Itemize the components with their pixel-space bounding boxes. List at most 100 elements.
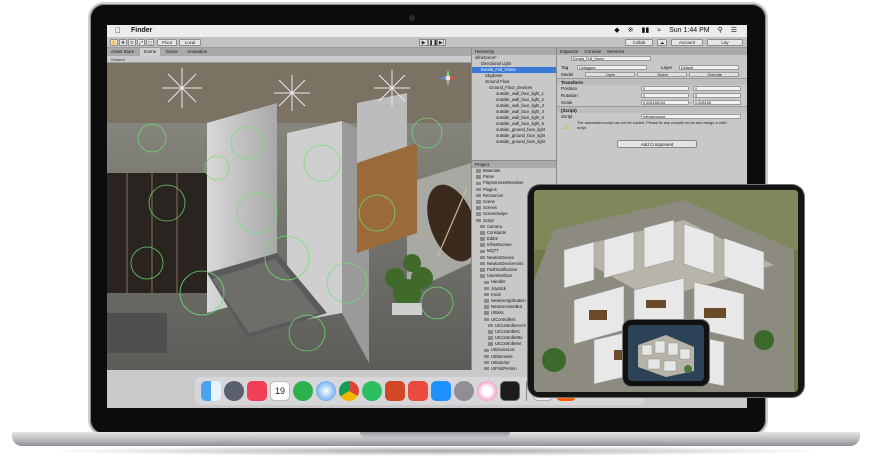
pivot-button[interactable]: Pivot [157, 39, 177, 46]
scene-render [107, 63, 471, 370]
project-folder-label: UIExterior [491, 359, 510, 365]
folder-icon [476, 175, 481, 179]
safari-icon[interactable] [316, 381, 336, 401]
finder-icon[interactable] [201, 381, 221, 401]
step-icon[interactable]: ▶| [437, 39, 446, 46]
account-button[interactable]: Account [671, 39, 703, 46]
battery-icon[interactable]: ▮▮ [642, 25, 650, 37]
powerpoint-icon[interactable] [385, 381, 405, 401]
project-folder-label: UIControllerC [495, 328, 521, 334]
mac-menubar:  Finder ◆ ※ ▮▮ ≈ Sun 1:44 PM ⚲ ☰ [107, 25, 747, 37]
scale-y-field[interactable]: 0.008168 [693, 100, 741, 105]
scene-shading-mode[interactable]: Shaded [107, 56, 471, 63]
warning-text: The associated script can not be loaded.… [577, 121, 727, 130]
dropbox-icon[interactable]: ◆ [614, 25, 619, 37]
scene-orientation-gizmo[interactable] [439, 69, 457, 87]
rotation-x-field[interactable]: 0 [641, 93, 689, 98]
layers-button[interactable]: Lay [707, 39, 743, 46]
xmind-icon[interactable] [408, 381, 428, 401]
tab-scene[interactable]: Scene [139, 48, 161, 56]
pocket-icon[interactable] [247, 381, 267, 401]
transform-header[interactable]: Transform [557, 78, 747, 85]
apple-icon[interactable]:  [115, 25, 121, 37]
model-select-button[interactable]: Select [637, 72, 687, 77]
rotation-y-field[interactable]: 0 [693, 93, 741, 98]
spotlight-icon[interactable]: ⚲ [718, 25, 723, 37]
inspector-object-header: Kerala_Full_Home [557, 55, 747, 64]
folder-icon [488, 323, 493, 328]
calendar-icon[interactable]: 19 [270, 381, 290, 401]
folder-icon [488, 336, 493, 340]
folder-icon [484, 354, 489, 359]
tag-dropdown[interactable]: Untagged [577, 65, 647, 70]
folder-icon [476, 200, 481, 204]
folder-icon [484, 348, 489, 353]
position-x-field[interactable]: 0 [641, 86, 689, 91]
tab-game[interactable]: Game [162, 48, 182, 56]
layer-dropdown[interactable]: Default [679, 65, 739, 70]
scale-label: Scale [561, 100, 573, 105]
menubar-clock[interactable]: Sun 1:44 PM [669, 25, 709, 37]
move-tool-icon[interactable]: ✥ [119, 39, 127, 46]
tab-services[interactable]: Services [607, 48, 624, 55]
project-folder-label: UIElements [491, 353, 513, 359]
rotate-tool-icon[interactable]: ↻ [128, 39, 136, 46]
position-y-field[interactable]: 0 [693, 86, 741, 91]
hand-tool-icon[interactable]: ✋ [110, 39, 118, 46]
menubar-app-name[interactable]: Finder [131, 25, 152, 37]
project-folder-label: Joystick [491, 285, 506, 291]
system-preferences-icon[interactable] [454, 381, 474, 401]
model-override-button[interactable]: Override [689, 72, 739, 77]
tab-animation[interactable]: Animation [183, 48, 211, 56]
folder-icon [480, 243, 485, 247]
project-title[interactable]: Project [472, 161, 556, 168]
folder-icon [484, 311, 489, 315]
collab-button[interactable]: Collab [625, 39, 653, 46]
tab-inspector[interactable]: Inspector [560, 48, 579, 55]
object-name-field[interactable]: Kerala_Full_Home [571, 56, 651, 61]
scale-tool-icon[interactable]: ⤢ [137, 39, 145, 46]
feedly-icon[interactable] [293, 381, 313, 401]
tab-console[interactable]: Console [585, 48, 602, 55]
folder-icon [488, 342, 493, 346]
folder-icon [484, 317, 489, 322]
project-folder-label: Handler [491, 279, 506, 285]
launchpad-icon[interactable] [224, 381, 244, 401]
script-field[interactable]: Infrastructure [641, 114, 741, 119]
tab-asset-store[interactable]: Asset Store [107, 48, 138, 56]
app-store-icon[interactable] [431, 381, 451, 401]
project-folder-label: UIDeviceList [491, 347, 515, 353]
project-folder-label: NewtonDevice [487, 254, 514, 260]
scene-view[interactable] [107, 63, 471, 370]
script-component-header[interactable]: (Script) [557, 106, 747, 113]
terminal-icon[interactable] [500, 381, 520, 401]
phone-house-render [628, 325, 704, 381]
cloud-icon[interactable]: ☁ [657, 39, 667, 46]
itunes-icon[interactable] [477, 381, 497, 401]
local-button[interactable]: Local [179, 39, 201, 46]
bluetooth-icon[interactable]: ※ [628, 25, 634, 37]
chrome-icon[interactable] [339, 381, 359, 401]
model-open-button[interactable]: Open [585, 72, 635, 77]
add-component-button[interactable]: Add Component [617, 140, 697, 148]
menu-icon[interactable]: ☰ [731, 25, 737, 37]
layer-label: Layer [661, 65, 673, 70]
hierarchy-row[interactable]: outside_ground_face_light [472, 139, 556, 145]
scale-x-field[interactable]: 0.008168134 [641, 100, 689, 105]
phone-screen[interactable] [628, 325, 704, 381]
scale-row: Scale 0.008168134 0.008168 [557, 99, 747, 106]
folder-icon [484, 305, 489, 309]
wifi-icon[interactable]: ≈ [657, 25, 661, 37]
folder-icon [480, 224, 485, 229]
project-folder-label: Editor [487, 236, 498, 242]
evernote-icon[interactable] [362, 381, 382, 401]
folder-icon [476, 212, 481, 216]
folder-icon [476, 218, 481, 223]
folder-icon [484, 286, 489, 291]
project-folder-label: Script [483, 217, 494, 223]
pause-icon[interactable]: ❚❚ [428, 39, 437, 46]
hierarchy-title[interactable]: Hierarchy [472, 48, 556, 55]
script-warning: ⚠ The associated script can not be loade… [557, 120, 747, 138]
rect-tool-icon[interactable]: ▢ [146, 39, 154, 46]
play-icon[interactable]: ▶ [419, 39, 428, 46]
